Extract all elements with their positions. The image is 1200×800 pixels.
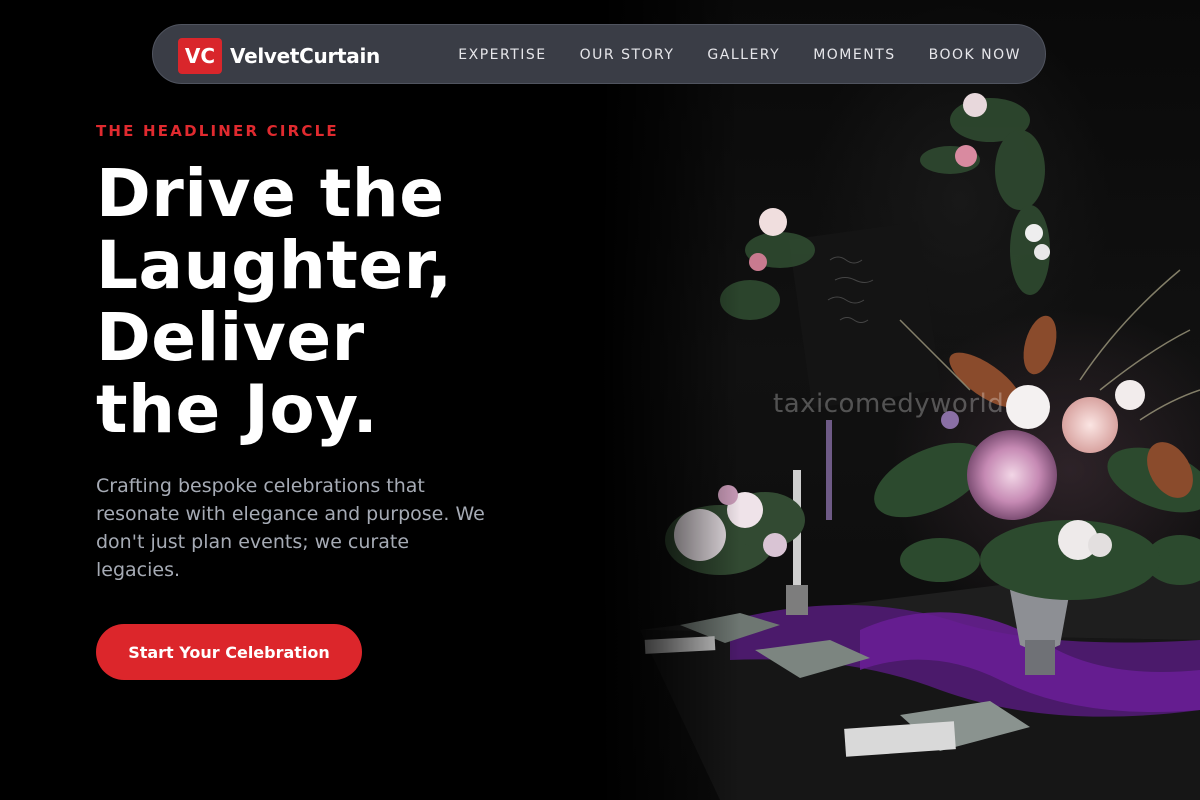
start-celebration-button[interactable]: Start Your Celebration — [96, 624, 362, 680]
watermark-text: taxicomedyworld — [773, 389, 1005, 419]
nav-link-book-now[interactable]: BOOK NOW — [929, 47, 1021, 63]
brand-badge: VC — [178, 38, 222, 74]
nav-link-moments[interactable]: MOMENTS — [813, 47, 895, 63]
headline-line: Deliver — [96, 299, 365, 376]
nav-link-gallery[interactable]: GALLERY — [707, 47, 780, 63]
image-fade-overlay — [600, 0, 740, 800]
hero-headline: Drive the Laughter, Deliver the Joy. — [96, 158, 596, 446]
nav-links: EXPERTISE OUR STORY GALLERY MOMENTS BOOK… — [458, 25, 1021, 85]
headline-line: the Joy. — [96, 371, 379, 448]
nav-link-our-story[interactable]: OUR STORY — [580, 47, 675, 63]
hero-eyebrow: THE HEADLINER CIRCLE — [96, 122, 339, 140]
brand-logo[interactable]: VC VelvetCurtain — [178, 38, 380, 74]
headline-line: Drive the — [96, 155, 445, 232]
brand-name: VelvetCurtain — [230, 44, 380, 68]
nav-link-expertise[interactable]: EXPERTISE — [458, 47, 546, 63]
top-navigation: VC VelvetCurtain EXPERTISE OUR STORY GAL… — [152, 24, 1046, 84]
headline-line: Laughter, — [96, 227, 453, 304]
hero-description: Crafting bespoke celebrations that reson… — [96, 475, 485, 581]
